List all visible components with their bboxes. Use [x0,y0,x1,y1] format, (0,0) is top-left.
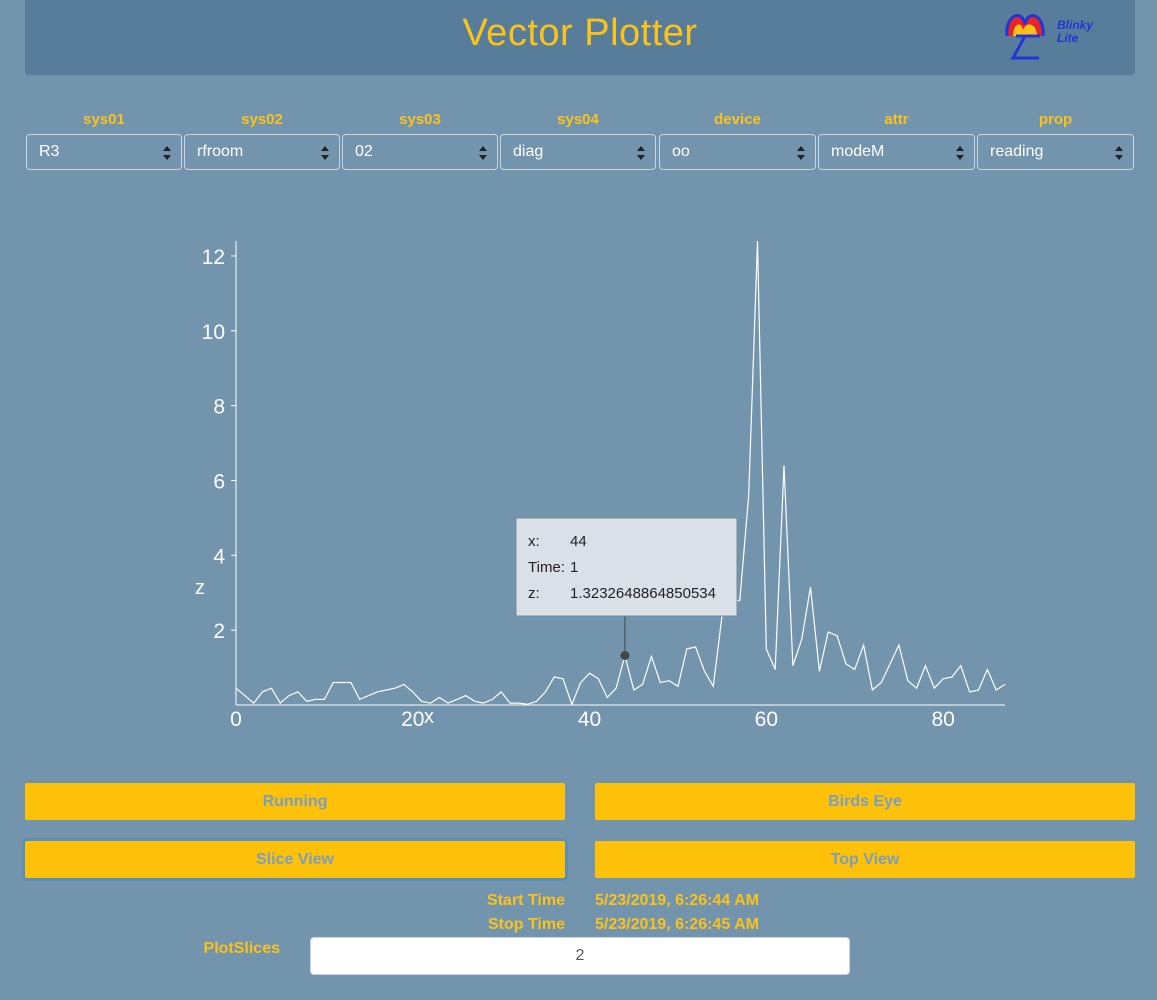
device-select[interactable]: oo [659,134,816,170]
select-value: reading [990,143,1044,160]
stop-time-label: Stop Time [487,916,565,933]
y-axis-label: z [195,577,205,599]
tooltip-value: 1 [570,559,578,576]
stop-time-value: 5/23/2019, 6:26:45 AM [595,916,759,933]
tooltip-value: 44 [570,533,587,550]
selector-device: device oo [658,112,817,174]
tooltip-key: z: [528,585,540,602]
selector-label: attr [884,111,909,128]
selector-label: sys01 [83,111,125,128]
plotslices-label: PlotSlices [203,940,280,957]
top-view-button[interactable]: Top View [595,841,1135,878]
sys01-select[interactable]: R3 [26,134,182,170]
select-arrows-icon [1115,146,1123,160]
running-button[interactable]: Running [25,783,565,820]
selector-label: sys04 [557,111,599,128]
select-value: modeM [831,143,885,160]
x-tick-label: 80 [931,708,954,731]
x-tick-label: 0 [230,708,242,731]
selector-label: sys03 [399,111,441,128]
header-bar: Vector Plotter Blinky Lite [25,0,1135,75]
series-line [235,240,1006,707]
prop-select[interactable]: reading [977,134,1134,170]
birds-eye-button[interactable]: Birds Eye [595,783,1135,820]
select-value: R3 [39,143,60,160]
sys02-select[interactable]: rfroom [184,134,340,170]
sys03-select[interactable]: 02 [342,134,498,170]
tooltip-value: 1.3232648864850534 [570,585,716,602]
sys04-select[interactable]: diag [500,134,656,170]
tooltip-key: x: [528,533,540,550]
tooltip-key: Time: [528,559,565,576]
y-tick-label: 4 [213,545,225,568]
select-value: diag [513,143,544,160]
select-arrows-icon [637,146,645,160]
select-value: rfroom [197,143,244,160]
logo-text-lite: Lite [1057,31,1079,45]
x-tick-label: 60 [755,708,778,731]
logo-text-blinky: Blinky [1057,18,1094,32]
select-value: oo [672,143,690,160]
start-time-value: 5/23/2019, 6:26:44 AM [595,892,759,909]
attr-select[interactable]: modeM [818,134,975,170]
selector-prop: prop reading [976,112,1135,174]
selector-sys04: sys04 diag [499,112,657,174]
selector-label: sys02 [241,111,283,128]
line-chart[interactable]: 2 4 6 8 10 12 0 20 40 60 80 x z x: 44 Time: 1 z: 1.3232648… [0,200,1157,740]
selector-label: device [714,111,761,128]
blinky-lite-logo: Blinky Lite [1001,6,1106,64]
x-axis-label: x [424,706,434,728]
x-tick-label: 40 [578,708,601,731]
x-tick-label: 20 [401,708,424,731]
selector-row: sys01 R3 sys02 rfroom sys03 02 sys04 dia… [25,112,1135,174]
select-arrows-icon [163,146,171,160]
y-tick-label: 2 [213,620,225,643]
selector-sys02: sys02 rfroom [183,112,341,174]
chart-svg[interactable]: 2 4 6 8 10 12 0 20 40 60 80 x z x: 44 Time: 1 z: 1.3232648… [0,200,1157,740]
slice-view-button[interactable]: Slice View [25,841,565,878]
selector-attr: attr modeM [817,112,976,174]
select-arrows-icon [479,146,487,160]
select-arrows-icon [797,146,805,160]
hover-point [620,650,630,660]
page-title: Vector Plotter [462,12,698,54]
plotslices-input[interactable]: 2 [310,937,850,975]
y-tick-label: 10 [202,321,225,344]
y-tick-label: 12 [202,246,225,269]
selector-label: prop [1038,111,1073,128]
select-value: 02 [355,143,373,160]
select-arrows-icon [321,146,329,160]
select-arrows-icon [956,146,964,160]
selector-sys03: sys03 02 [341,112,499,174]
start-time-label: Start Time [487,892,565,909]
y-tick-label: 6 [213,470,225,493]
selector-sys01: sys01 R3 [25,112,183,174]
y-tick-label: 8 [213,396,225,419]
blinky-logo-icon [1005,14,1045,60]
